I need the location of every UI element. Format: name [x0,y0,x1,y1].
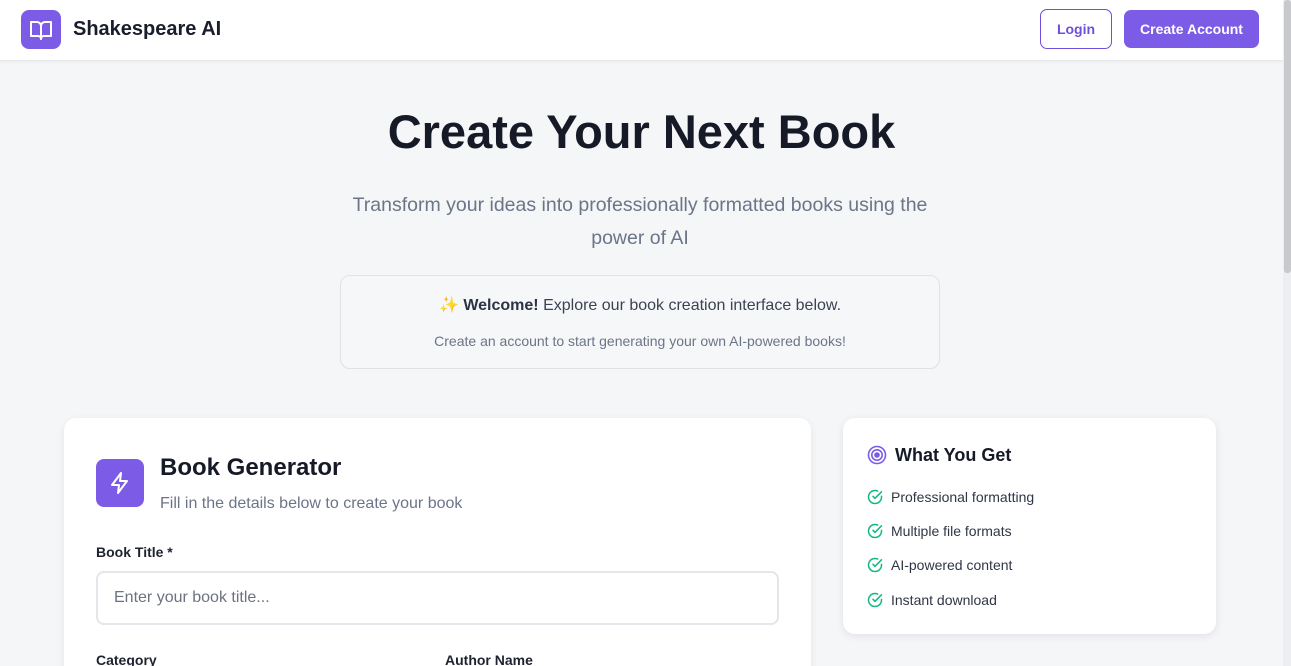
welcome-note: Create an account to start generating yo… [434,333,846,349]
welcome-text: Explore our book creation interface belo… [538,297,842,314]
benefits-title: What You Get [895,445,1012,465]
brand-name[interactable]: Shakespeare AI [73,18,221,41]
benefit-label: Instant download [891,592,997,608]
scrollbar-thumb[interactable] [1284,0,1291,273]
author-name-label: Author Name [445,652,533,666]
check-circle-icon [867,523,883,539]
page-scrollbar[interactable] [1283,0,1291,666]
benefit-item: AI-powered content [867,555,1012,575]
welcome-notice: ✨ Welcome! Explore our book creation int… [340,275,940,369]
login-button[interactable]: Login [1040,9,1112,49]
page-subtitle: Transform your ideas into professionally… [352,194,928,249]
target-icon [867,445,887,465]
generator-subtitle: Fill in the details below to create your… [160,495,463,512]
benefit-item: Professional formatting [867,487,1034,507]
create-account-button[interactable]: Create Account [1124,10,1259,48]
logo[interactable] [21,10,61,49]
benefit-item: Multiple file formats [867,521,1012,541]
welcome-message: ✨ Welcome! Explore our book creation int… [341,295,939,315]
top-navbar: Shakespeare AI Login Create Account [0,0,1283,61]
benefits-card: What You Get Professional formatting Mul… [843,418,1216,634]
sparkles-icon: ✨ [438,297,459,314]
check-circle-icon [867,489,883,505]
page-title: Create Your Next Book [387,105,896,158]
book-title-label: Book Title * [96,544,173,560]
check-circle-icon [867,592,883,608]
book-title-input[interactable] [96,571,779,625]
benefit-label: AI-powered content [891,557,1013,573]
benefit-label: Professional formatting [891,489,1035,505]
benefit-item: Instant download [867,590,997,610]
book-generator-card: Book Generator Fill in the details below… [64,418,811,666]
open-book-icon [30,20,52,40]
generator-badge [96,459,144,507]
category-label: Category [96,652,157,666]
generator-title: Book Generator [160,454,342,481]
lightning-icon [111,472,128,494]
check-circle-icon [867,557,883,573]
page: Shakespeare AI Login Create Account Crea… [0,0,1283,666]
welcome-bold: Welcome! [463,297,539,314]
benefit-label: Multiple file formats [891,523,1012,539]
